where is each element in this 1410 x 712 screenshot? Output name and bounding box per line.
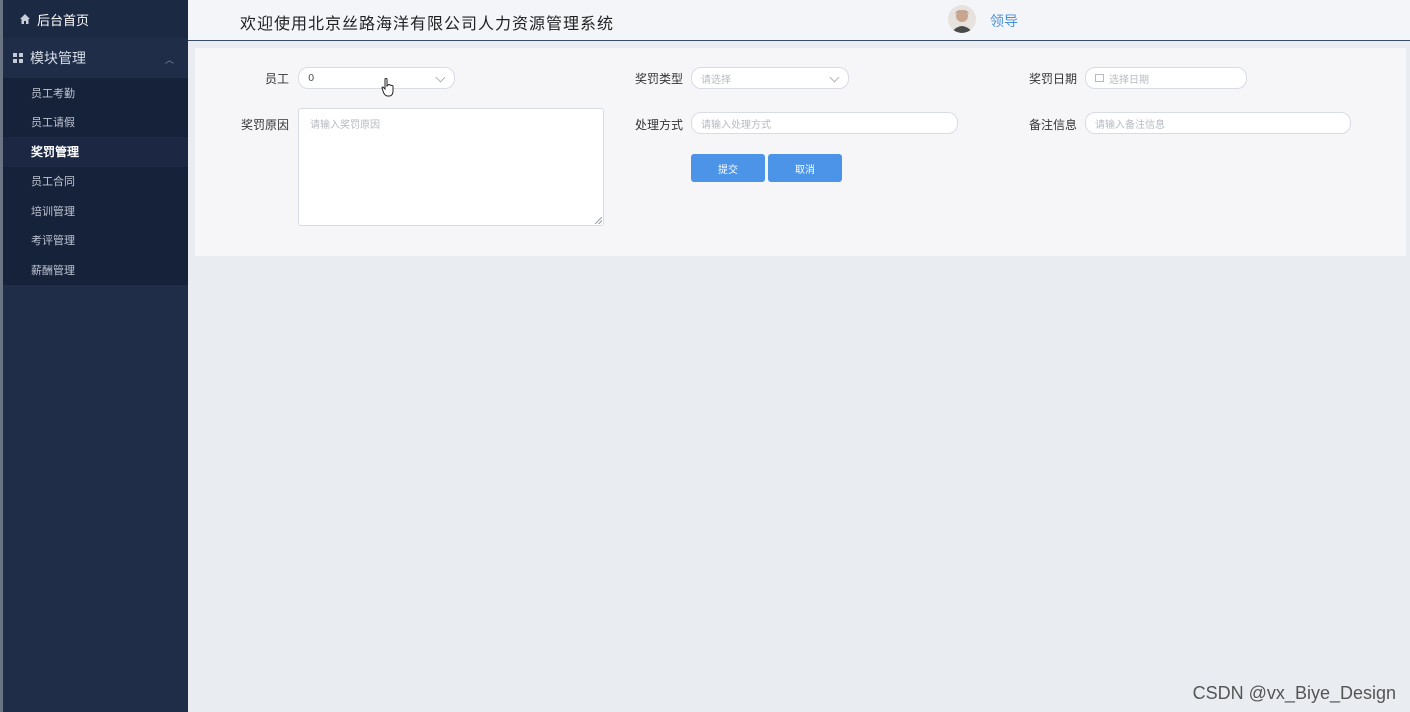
sidebar-item-label: 奖罚管理 xyxy=(31,145,80,160)
sidebar-item-label: 培训管理 xyxy=(31,204,75,218)
date-picker-placeholder: 选择日期 xyxy=(1109,74,1149,86)
type-select[interactable]: 请选择 xyxy=(691,67,849,89)
chevron-up-icon: ︿ xyxy=(164,56,174,66)
sidebar-item-salary[interactable]: 薪酬管理 xyxy=(3,255,188,285)
home-icon xyxy=(20,14,30,24)
user-name-link[interactable]: 领导 xyxy=(990,11,1018,31)
handling-placeholder: 请输入处理方式 xyxy=(701,119,771,131)
sidebar-home[interactable]: 后台首页 xyxy=(3,0,188,38)
sidebar-item-label: 考评管理 xyxy=(31,234,75,248)
sidebar-item-evaluation[interactable]: 考评管理 xyxy=(3,226,188,256)
avatar[interactable] xyxy=(948,5,976,33)
employee-select-value: 0 xyxy=(308,72,315,84)
sidebar-group-modules[interactable]: 模块管理 ︿ xyxy=(3,38,188,78)
sidebar-item-label: 薪酬管理 xyxy=(31,263,75,277)
remark-placeholder: 请输入备注信息 xyxy=(1095,119,1165,131)
sidebar-item-label: 员工合同 xyxy=(31,175,75,189)
sidebar-item-contracts[interactable]: 员工合同 xyxy=(3,167,188,197)
sidebar-home-label: 后台首页 xyxy=(37,13,90,29)
handling-input[interactable]: 请输入处理方式 xyxy=(691,112,958,134)
date-picker[interactable]: 选择日期 xyxy=(1085,67,1247,89)
reward-form-panel: 员工 0 奖罚类型 请选择 奖罚日期 选择日期 奖罚原因 请输入奖罚原因 处理方… xyxy=(195,48,1406,256)
reason-label: 奖罚原因 xyxy=(240,118,289,132)
hand-cursor-icon xyxy=(381,78,394,97)
page-title: 欢迎使用北京丝路海洋有限公司人力资源管理系统 xyxy=(240,14,615,33)
date-label: 奖罚日期 xyxy=(1028,72,1077,86)
remark-input[interactable]: 请输入备注信息 xyxy=(1085,112,1351,134)
cancel-button[interactable]: 取消 xyxy=(768,154,842,182)
type-label: 奖罚类型 xyxy=(634,72,683,86)
resize-handle-icon[interactable] xyxy=(595,217,602,224)
reason-textarea[interactable]: 请输入奖罚原因 xyxy=(298,108,604,226)
sidebar-group-label: 模块管理 xyxy=(30,51,86,67)
chevron-down-icon xyxy=(435,72,446,83)
employee-label: 员工 xyxy=(264,72,289,86)
handling-label: 处理方式 xyxy=(634,118,683,132)
calendar-icon xyxy=(1095,74,1104,82)
sidebar-item-rewards[interactable]: 奖罚管理 xyxy=(3,137,188,167)
reason-placeholder: 请输入奖罚原因 xyxy=(310,120,380,131)
submit-button[interactable]: 提交 xyxy=(691,154,765,182)
sidebar-item-attendance[interactable]: 员工考勤 xyxy=(3,78,188,108)
sidebar-item-training[interactable]: 培训管理 xyxy=(3,196,188,226)
employee-select[interactable]: 0 xyxy=(298,67,455,89)
sidebar-item-label: 员工考勤 xyxy=(31,86,75,100)
sidebar-submenu: 员工考勤 员工请假 奖罚管理 员工合同 培训管理 考评管理 薪酬管理 xyxy=(3,78,188,285)
sidebar-item-leave[interactable]: 员工请假 xyxy=(3,108,188,138)
sidebar: 后台首页 模块管理 ︿ 员工考勤 员工请假 奖罚管理 员工合同 培训管理 考评管… xyxy=(0,0,188,712)
grid-icon xyxy=(13,53,23,63)
chevron-down-icon xyxy=(829,72,840,83)
remark-label: 备注信息 xyxy=(1028,118,1077,132)
type-select-placeholder: 请选择 xyxy=(701,74,731,86)
watermark: CSDN @vx_Biye_Design xyxy=(1192,683,1396,703)
user-avatar-icon xyxy=(951,10,973,33)
top-header: 欢迎使用北京丝路海洋有限公司人力资源管理系统 领导 xyxy=(188,0,1410,41)
sidebar-item-label: 员工请假 xyxy=(31,116,75,130)
